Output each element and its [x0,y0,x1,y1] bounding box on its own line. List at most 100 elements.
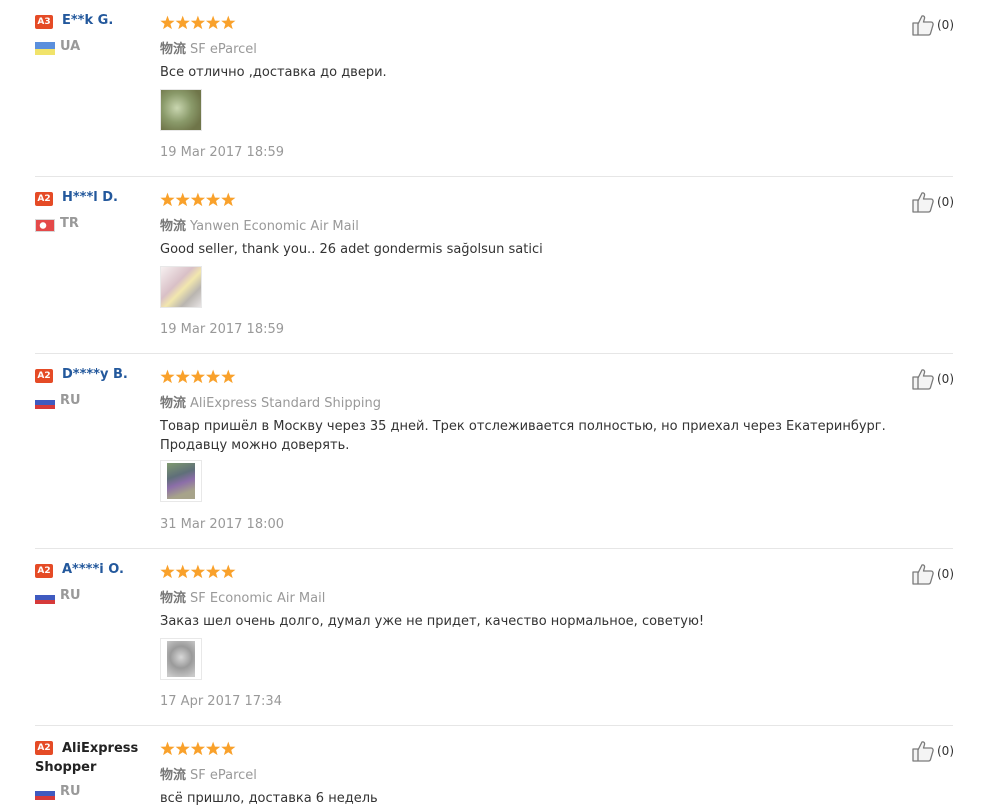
star-icon [190,741,206,756]
country-flag-icon [35,591,55,604]
review-item: A2 AliExpress Shopper RU 物流 SF eParcel вс… [35,739,954,812]
review-divider [35,176,953,177]
review-date: 17 Apr 2017 17:34 [160,694,282,709]
review-item: A2 A****i O. RU 物流 SF Economic Air Mail З… [35,562,954,714]
logistics-label: 物流 [160,219,187,234]
review-photo[interactable] [160,460,202,502]
review-date: 31 Mar 2017 18:00 [160,517,285,532]
helpful-vote[interactable]: (0) [911,563,954,585]
star-icon [175,192,190,207]
star-icon [160,564,175,579]
buyer-level-badge: A3 [35,15,53,29]
logistics-label: 物流 [160,768,187,783]
logistics-label: 物流 [160,396,187,411]
logistics-method: SF eParcel [190,42,257,57]
logistics-info: 物流 AliExpress Standard Shipping [160,392,381,411]
star-icon [205,369,221,384]
reviewer-country: RU [60,784,81,799]
star-icon [205,741,221,756]
star-icon [175,741,190,756]
helpful-vote[interactable]: (0) [911,740,954,762]
helpful-count: (0) [937,744,954,758]
logistics-label: 物流 [160,591,187,606]
review-text: Заказ шел очень долго, думал уже не прид… [160,614,705,629]
star-icon [221,741,236,756]
reviewer-country: RU [60,588,81,603]
review-photo[interactable] [160,89,202,131]
star-icon [205,192,221,207]
logistics-info: 物流 SF eParcel [160,38,257,57]
review-divider [35,725,953,726]
review-photo[interactable] [160,266,202,308]
reviewer-name[interactable]: D****y B. [62,367,128,382]
reviewer-name[interactable]: H***l D. [62,190,118,205]
buyer-level-badge: A2 [35,369,53,383]
review-date: 19 Mar 2017 18:59 [160,145,285,160]
feedback-list: A3 E**k G. UA 物流 SF eParcel Все отлично ,… [0,0,988,812]
review-text: Товар пришёл в Москву через 35 дней. Тре… [160,419,886,453]
reviewer-name[interactable]: E**k G. [62,13,113,28]
helpful-count: (0) [937,372,954,386]
star-icon [175,564,190,579]
country-flag-icon [35,219,55,232]
helpful-count: (0) [937,567,954,581]
review-divider [35,353,953,354]
logistics-label: 物流 [160,42,187,57]
reviewer-country: UA [60,39,81,54]
thumbs-up-icon[interactable] [911,368,935,390]
star-icon [160,369,175,384]
helpful-vote[interactable]: (0) [911,14,954,36]
logistics-method: SF Economic Air Mail [190,591,326,606]
star-rating [160,741,236,757]
review-text: всё пришло, доставка 6 недель [160,791,378,806]
thumbs-up-icon[interactable] [911,191,935,213]
logistics-method: Yanwen Economic Air Mail [190,219,359,234]
reviewer-name[interactable]: AliExpress Shopper [35,739,145,777]
logistics-method: SF eParcel [190,768,257,783]
reviewer-country: RU [60,393,81,408]
star-rating [160,192,236,208]
logistics-method: AliExpress Standard Shipping [190,396,382,411]
logistics-info: 物流 Yanwen Economic Air Mail [160,215,359,234]
review-divider [35,548,953,549]
star-icon [175,369,190,384]
thumbs-up-icon[interactable] [911,14,935,36]
helpful-vote[interactable]: (0) [911,191,954,213]
star-rating [160,564,236,580]
logistics-info: 物流 SF eParcel [160,764,257,783]
helpful-count: (0) [937,18,954,32]
star-icon [221,564,236,579]
review-photo[interactable] [160,638,202,680]
star-icon [160,192,175,207]
star-rating [160,15,236,31]
reviewer-name[interactable]: A****i O. [62,562,124,577]
star-icon [160,15,175,30]
star-icon [221,192,236,207]
star-icon [190,15,206,30]
star-icon [160,741,175,756]
country-flag-icon [35,787,55,800]
star-icon [175,15,190,30]
thumbs-up-icon[interactable] [911,563,935,585]
logistics-info: 物流 SF Economic Air Mail [160,587,325,606]
star-icon [190,192,206,207]
star-icon [190,564,206,579]
country-flag-icon [35,42,55,55]
buyer-level-badge: A2 [35,192,53,206]
review-text: Good seller, thank you.. 26 adet gonderm… [160,242,543,257]
review-item: A2 H***l D. TR 物流 Yanwen Economic Air Mai… [35,190,954,342]
buyer-level-badge: A2 [35,564,53,578]
review-date: 19 Mar 2017 18:59 [160,322,285,337]
star-rating [160,369,236,385]
star-icon [205,564,221,579]
country-flag-icon [35,396,55,409]
reviewer-country: TR [60,216,79,231]
review-item: A2 D****y B. RU 物流 AliExpress Standard Sh… [35,367,954,539]
star-icon [221,15,236,30]
star-icon [221,369,236,384]
star-icon [190,369,206,384]
thumbs-up-icon[interactable] [911,740,935,762]
star-icon [205,15,221,30]
helpful-count: (0) [937,195,954,209]
helpful-vote[interactable]: (0) [911,368,954,390]
